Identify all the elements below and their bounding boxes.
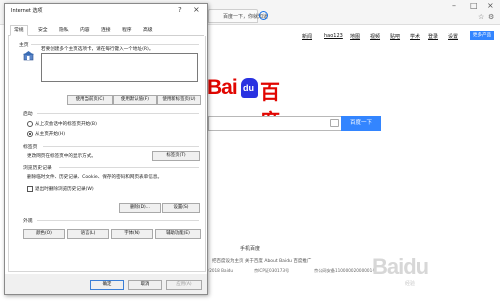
tabs-button[interactable]: 标签页(T): [152, 151, 200, 161]
homepage-icon: [23, 51, 34, 61]
tab-connections[interactable]: 连接: [98, 26, 114, 35]
dialog-title: Internet 选项: [11, 8, 43, 14]
internet-options-dialog: Internet 选项 ? × 常规 安全 隐私 内容 连接 程序 高级 主页 …: [4, 3, 208, 295]
divider: [43, 146, 199, 147]
tab-security[interactable]: 安全: [35, 26, 51, 35]
languages-button[interactable]: 语言(L): [67, 229, 109, 239]
accessibility-button[interactable]: 辅助功能(E): [155, 229, 201, 239]
tabs-section-label: 标签页: [23, 145, 38, 150]
startup-last-session-radio[interactable]: [27, 121, 33, 127]
startup-section-label: 启动: [23, 112, 33, 117]
tab-programs[interactable]: 程序: [119, 26, 135, 35]
homepage-description: 若要创建多个主页选项卡，请在每行键入一个地址(R)。: [41, 47, 154, 52]
use-default-button[interactable]: 使用默认值(F): [113, 95, 157, 105]
tabs-description: 更改网页在标签页中的显示方式。: [27, 154, 96, 159]
apply-button[interactable]: 应用(A): [166, 280, 202, 290]
startup-homepage-radio[interactable]: [27, 131, 33, 137]
delete-on-exit-checkbox[interactable]: [27, 186, 33, 192]
delete-on-exit-label: 退出时删除浏览历史记录(W): [35, 187, 94, 192]
tab-advanced[interactable]: 高级: [140, 26, 156, 35]
delete-history-button[interactable]: 删除(D)...: [119, 203, 161, 213]
divider: [37, 113, 199, 114]
colors-button[interactable]: 颜色(O): [23, 229, 65, 239]
fonts-button[interactable]: 字体(N): [111, 229, 153, 239]
startup-last-session-label: 从上次会话中的标签页开始(B): [35, 122, 97, 127]
help-icon[interactable]: ?: [178, 6, 182, 14]
general-tab-panel: 主页 若要创建多个主页选项卡，请在每行键入一个地址(R)。 使用当前页(C) 使…: [8, 36, 206, 272]
dialog-tabs: 常规 安全 隐私 内容 连接 程序 高级: [8, 25, 204, 36]
divider: [31, 44, 199, 45]
use-new-tab-button[interactable]: 使用新标签页(U): [157, 95, 201, 105]
appearance-section-label: 外观: [23, 219, 33, 224]
divider: [59, 167, 199, 168]
tab-content[interactable]: 内容: [77, 26, 93, 35]
close-icon[interactable]: ×: [193, 5, 200, 14]
divider: [37, 220, 199, 221]
dialog-footer: 确定 取消 应用(A): [5, 274, 207, 294]
cancel-button[interactable]: 取消: [128, 280, 162, 290]
history-section-label: 浏览历史记录: [23, 166, 52, 171]
use-current-button[interactable]: 使用当前页(C): [67, 95, 113, 105]
homepage-address-field[interactable]: [41, 53, 198, 82]
startup-homepage-label: 从主页开始(H): [35, 132, 66, 137]
tab-privacy[interactable]: 隐私: [56, 26, 72, 35]
history-description: 删除临时文件、历史记录、Cookie、保存的密码和网页表单信息。: [27, 175, 163, 180]
homepage-section-label: 主页: [19, 43, 29, 48]
tab-general[interactable]: 常规: [10, 25, 28, 36]
history-settings-button[interactable]: 设置(S): [162, 203, 200, 213]
ok-button[interactable]: 确定: [90, 280, 124, 290]
